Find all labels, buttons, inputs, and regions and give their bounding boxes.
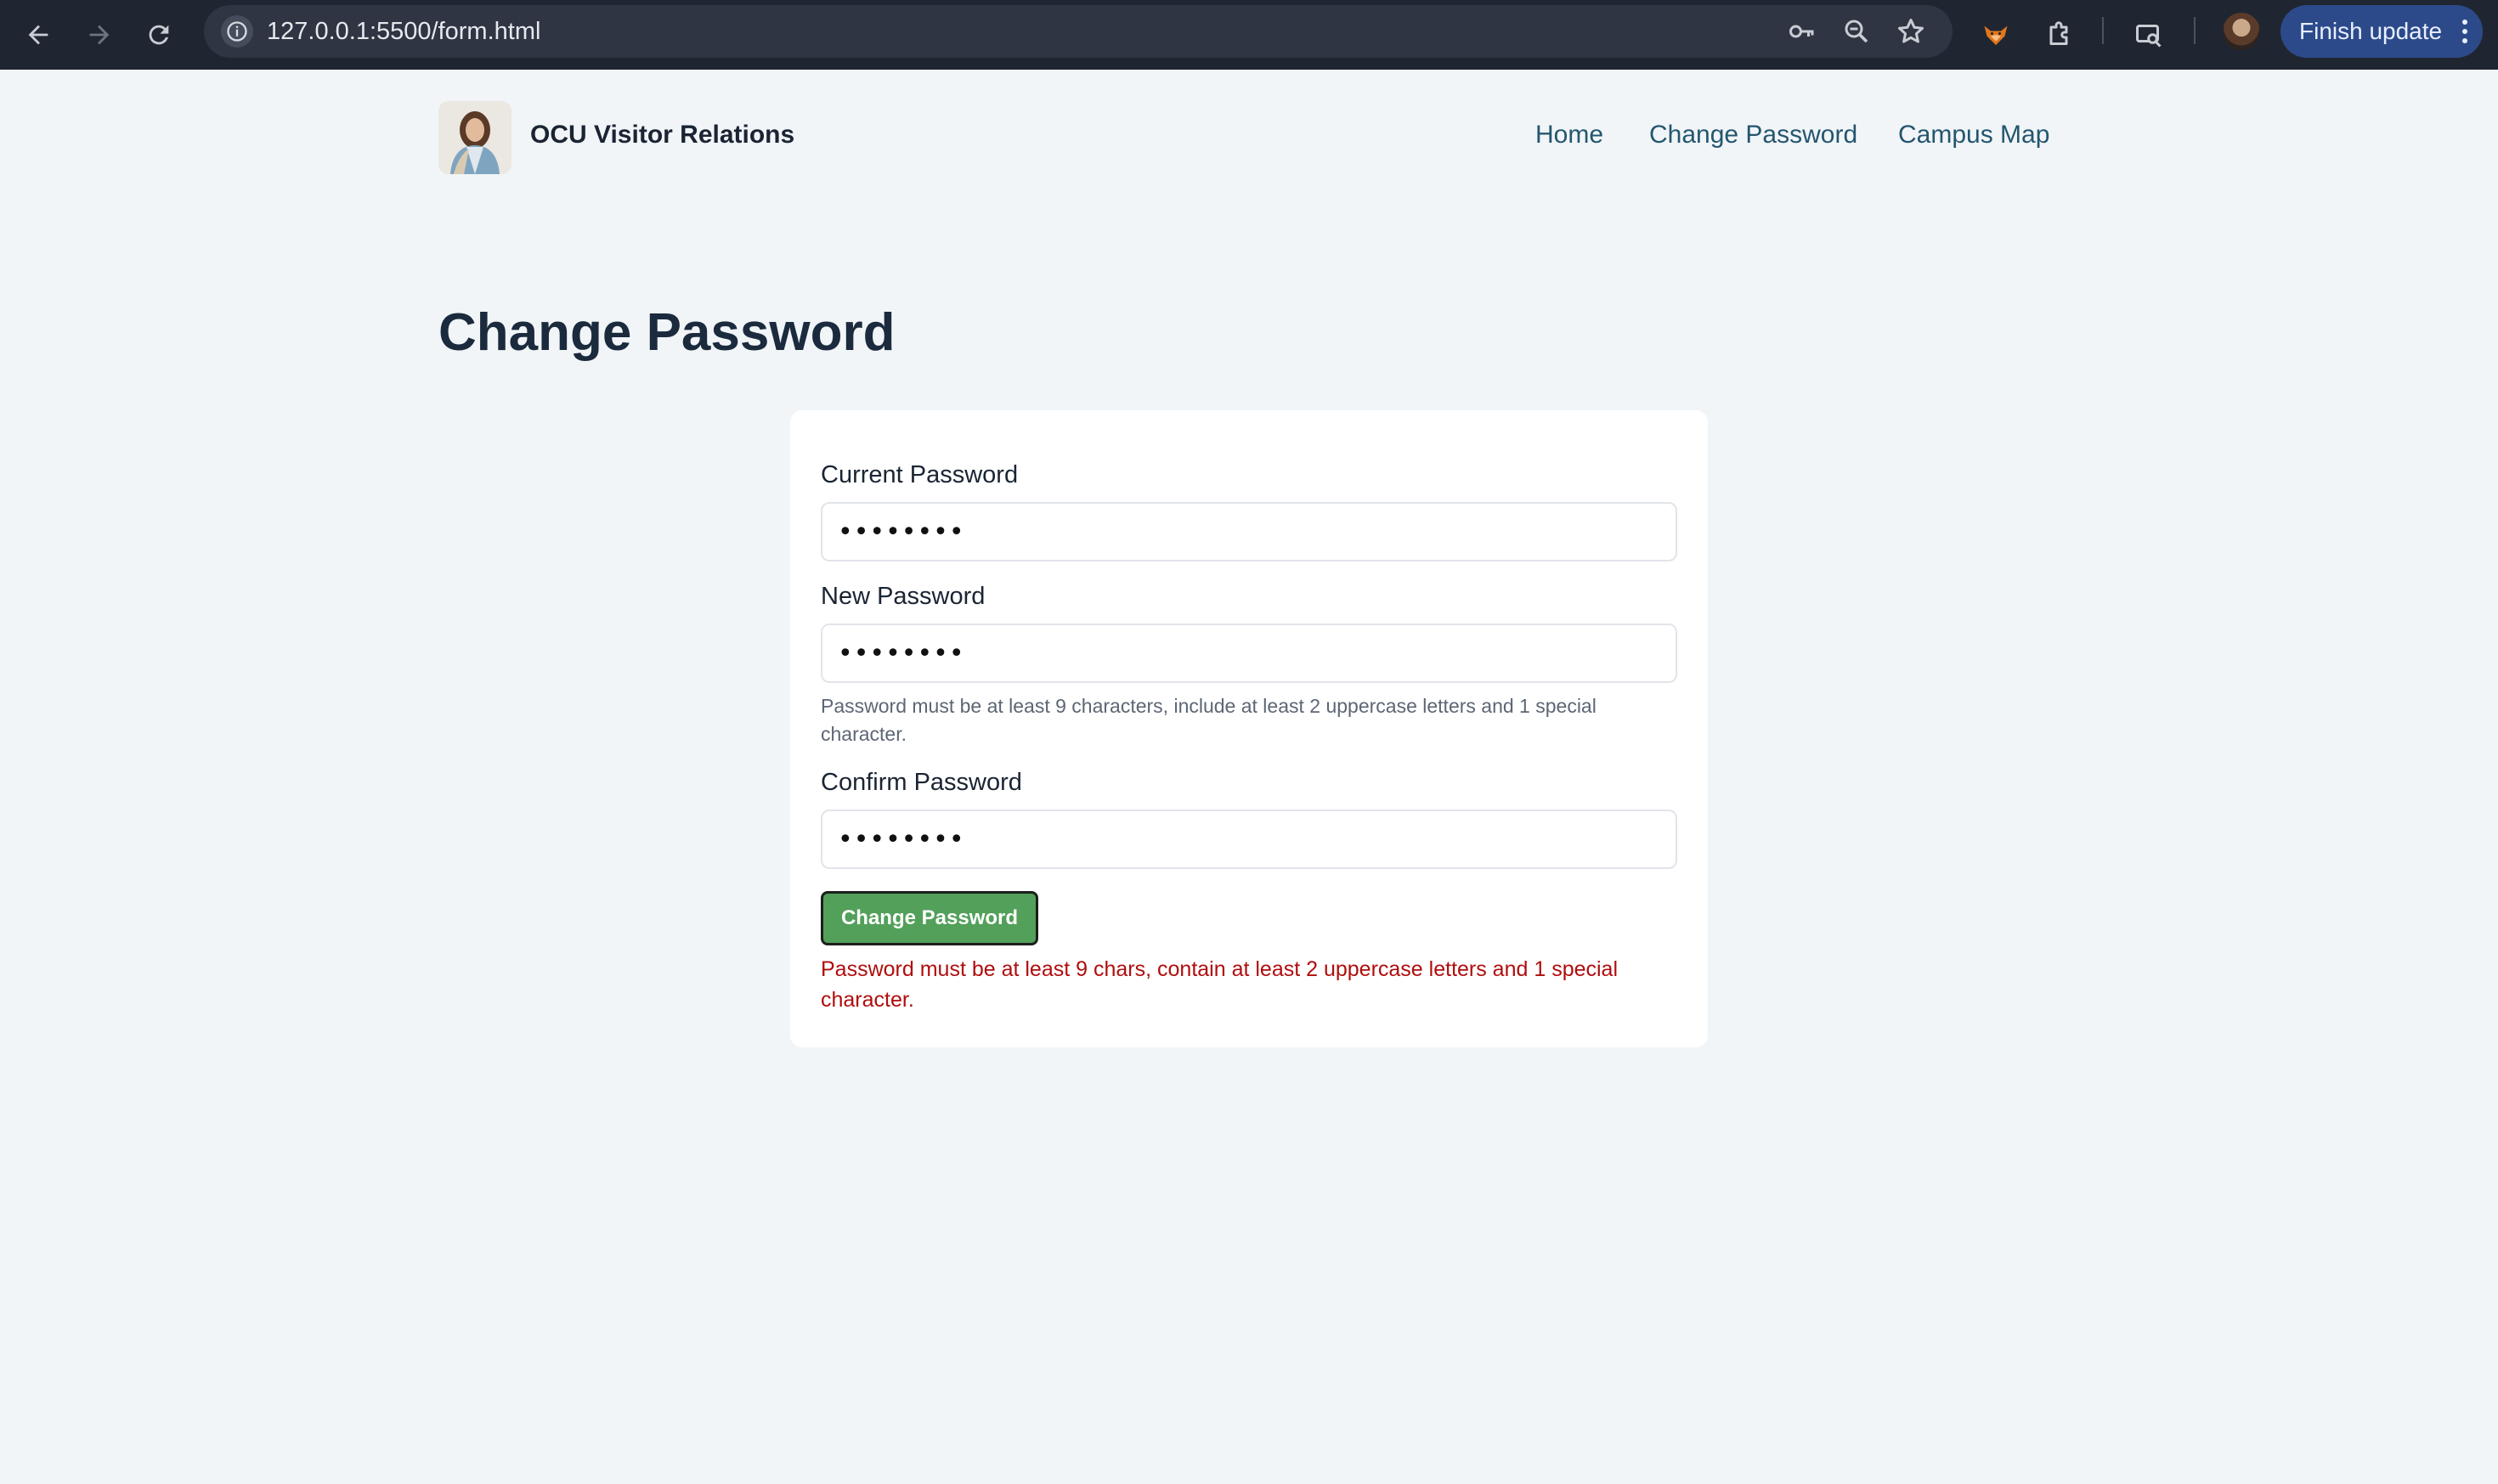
nav-link-campus-map[interactable]: Campus Map [1898,121,2049,150]
fox-extension-icon[interactable] [1973,12,2019,58]
forward-arrow-icon[interactable] [76,12,122,58]
password-requirements-hint: Password must be at least 9 characters, … [821,695,1597,745]
more-vert-icon[interactable] [2462,20,2467,43]
extensions-puzzle-icon[interactable] [2036,12,2082,58]
zoom-icon[interactable] [1840,15,1873,48]
info-icon[interactable] [221,15,253,48]
new-password-label: New Password [821,583,986,610]
current-password-label: Current Password [821,461,1019,488]
address-bar[interactable]: 127.0.0.1:5500/form.html [204,5,1953,58]
change-password-button[interactable]: Change Password [821,891,1038,945]
profile-avatar[interactable] [2223,13,2260,50]
error-message: Password must be at least 9 chars, conta… [821,957,1619,1012]
browser-toolbar: 127.0.0.1:5500/form.html Finish update [0,0,2498,70]
nav-link-home[interactable]: Home [1535,121,1603,150]
key-icon[interactable] [1786,15,1818,48]
cast-search-icon[interactable] [2126,12,2172,58]
page-title: Change Password [438,303,896,362]
new-password-input[interactable] [821,624,1677,683]
back-arrow-icon[interactable] [15,12,61,58]
logo[interactable] [438,101,511,174]
nav-link-change-password[interactable]: Change Password [1649,121,1857,150]
change-password-form: Current Password New Password Password m… [790,410,1708,1047]
finish-update-label: Finish update [2299,18,2443,44]
toolbar-divider [2102,17,2104,44]
brand-name[interactable]: OCU Visitor Relations [530,121,794,150]
confirm-password-label: Confirm Password [821,769,1022,796]
finish-update-button[interactable]: Finish update [2280,5,2483,58]
star-icon[interactable] [1895,15,1927,48]
confirm-password-input[interactable] [821,810,1677,869]
reload-icon[interactable] [136,12,182,58]
current-password-input[interactable] [821,502,1677,561]
url-text[interactable]: 127.0.0.1:5500/form.html [267,5,540,58]
toolbar-divider [2194,17,2196,44]
